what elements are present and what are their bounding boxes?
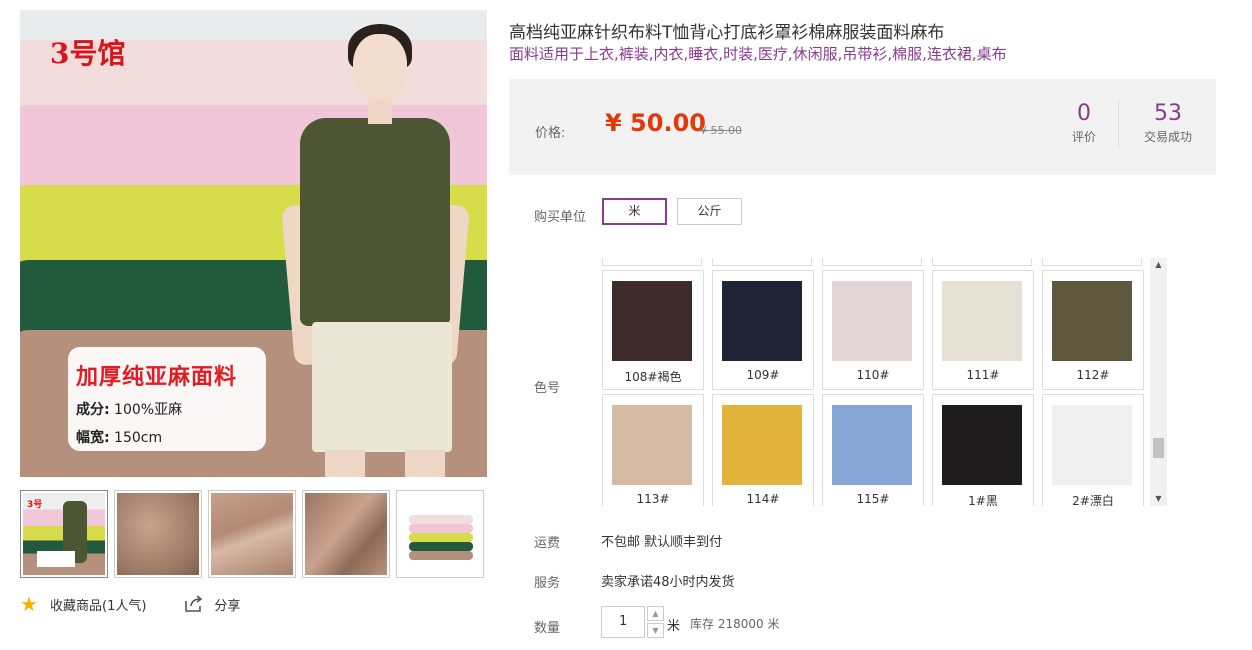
color-swatch-name: 114# — [746, 492, 780, 506]
quantity-decrease-icon[interactable]: ▼ — [647, 623, 664, 638]
color-swatch-name: 111# — [966, 368, 1000, 382]
color-swatch[interactable]: 108#褐色 — [602, 270, 704, 390]
promo-width: 幅宽: 150cm — [76, 430, 163, 446]
swatch-partial — [602, 258, 702, 266]
product-title: 高档纯亚麻针织布料T恤背心打底衫罩衫棉麻服装面料麻布 — [509, 23, 945, 43]
share-button[interactable]: 分享 — [184, 595, 240, 614]
sales-label: 交易成功 — [1143, 130, 1192, 144]
sales-count: 53 — [1154, 101, 1182, 126]
original-price: ¥ 55.00 — [700, 124, 742, 137]
color-swatch[interactable]: 109# — [712, 270, 814, 390]
color-swatch-name: 115# — [856, 492, 890, 506]
promo-title: 加厚纯亚麻面料 — [76, 365, 238, 390]
color-swatch-name: 112# — [1076, 368, 1110, 382]
color-swatch-list: 108#褐色 109# 110# 111# 112# 113# 114# 115# 1#黑 2#漂… — [597, 258, 1149, 506]
thumbnail-fabric-fold-3[interactable] — [302, 490, 390, 578]
service-label: 服务 — [534, 576, 561, 591]
color-chip — [1052, 281, 1132, 361]
favorite-label: 收藏商品(1人气) — [50, 598, 147, 614]
swatch-partial — [822, 258, 922, 266]
product-subtitle: 面料适用于上衣,裤装,内衣,睡衣,时装,医疗,休闲服,吊带衫,棉服,连衣裙,桌布 — [509, 45, 1007, 63]
color-swatch-name: 110# — [856, 368, 890, 382]
quantity-increase-icon[interactable]: ▲ — [647, 606, 664, 621]
model-leg — [405, 450, 445, 477]
main-product-image[interactable]: 3号馆 加厚纯亚麻面料 成分: 100%亚麻 幅宽: 150cm — [20, 10, 487, 477]
model-shorts — [312, 322, 452, 452]
color-chip — [722, 405, 802, 485]
color-swatch-name: 113# — [636, 492, 670, 506]
color-swatch[interactable]: 111# — [932, 270, 1034, 390]
color-chip — [832, 405, 912, 485]
color-chip — [612, 281, 692, 361]
swatch-partial — [1042, 258, 1142, 266]
color-swatch[interactable]: 2#漂白 — [1042, 394, 1144, 506]
share-icon — [185, 595, 203, 612]
model-shirt — [300, 118, 450, 326]
model-face — [353, 34, 407, 100]
scroll-thumb[interactable] — [1153, 438, 1164, 458]
color-chip — [722, 281, 802, 361]
color-swatch-name: 1#黑 — [968, 494, 998, 506]
stat-divider — [1118, 99, 1119, 149]
color-swatch[interactable]: 114# — [712, 394, 814, 506]
scroll-up-icon[interactable]: ▲ — [1150, 258, 1167, 272]
unit-option-kilogram[interactable]: 公斤 — [677, 198, 742, 225]
swatch-partial — [932, 258, 1032, 266]
shipping-value: 不包邮 默认顺丰到付 — [601, 535, 723, 550]
service-value: 卖家承诺48小时内发货 — [601, 575, 735, 590]
product-actions: ★ 收藏商品(1人气) 分享 — [20, 594, 278, 614]
color-swatch[interactable]: 113# — [602, 394, 704, 506]
color-chip — [1052, 405, 1132, 485]
color-chip — [942, 405, 1022, 485]
color-chip — [832, 281, 912, 361]
reviews-stat[interactable]: 0 评价 — [1064, 101, 1104, 145]
price-label: 价格: — [535, 126, 566, 141]
quantity-unit: 米 — [667, 619, 681, 634]
unit-option-meter[interactable]: 米 — [602, 198, 667, 225]
promo-badge: 加厚纯亚麻面料 成分: 100%亚麻 幅宽: 150cm — [68, 347, 266, 451]
color-swatch-name: 108#褐色 — [624, 370, 682, 384]
quantity-input[interactable]: 1 — [601, 606, 645, 638]
scroll-down-icon[interactable]: ▼ — [1150, 492, 1167, 506]
thumbnail-fabric-stack[interactable] — [396, 490, 484, 578]
thumbnail-model[interactable]: 3号 — [20, 490, 108, 578]
favorite-button[interactable]: ★ 收藏商品(1人气) — [20, 594, 146, 614]
price-panel: 价格: ¥ 50.00 ¥ 55.00 0 评价 53 交易成功 — [509, 79, 1216, 175]
thumbnail-strip: 3号 — [20, 490, 484, 578]
reviews-label: 评价 — [1071, 130, 1096, 144]
model-leg — [325, 450, 365, 477]
current-price: ¥ 50.00 — [605, 109, 706, 137]
share-label: 分享 — [214, 598, 241, 614]
shipping-label: 运费 — [534, 536, 561, 551]
promo-composition: 成分: 100%亚麻 — [76, 402, 183, 418]
color-swatch[interactable]: 115# — [822, 394, 924, 506]
color-label: 色号 — [534, 381, 561, 396]
thumbnail-fabric-fold-2[interactable] — [208, 490, 296, 578]
color-chip — [612, 405, 692, 485]
color-swatch[interactable]: 112# — [1042, 270, 1144, 390]
purchase-unit-label: 购买单位 — [534, 210, 587, 225]
color-chip — [942, 281, 1022, 361]
stock-info: 库存 218000 米 — [690, 617, 780, 631]
color-swatch-name: 109# — [746, 368, 780, 382]
thumbnail-fabric-fold-1[interactable] — [114, 490, 202, 578]
sales-stat: 53 交易成功 — [1139, 101, 1197, 145]
reviews-count: 0 — [1077, 101, 1091, 126]
brand-logo: 3号馆 — [50, 37, 126, 70]
swatch-scrollbar[interactable]: ▲ ▼ — [1150, 258, 1167, 506]
color-swatch-name: 2#漂白 — [1072, 494, 1114, 506]
star-icon: ★ — [20, 592, 38, 616]
swatch-partial — [712, 258, 812, 266]
color-swatch[interactable]: 1#黑 — [932, 394, 1034, 506]
quantity-label: 数量 — [534, 621, 561, 636]
color-swatch[interactable]: 110# — [822, 270, 924, 390]
